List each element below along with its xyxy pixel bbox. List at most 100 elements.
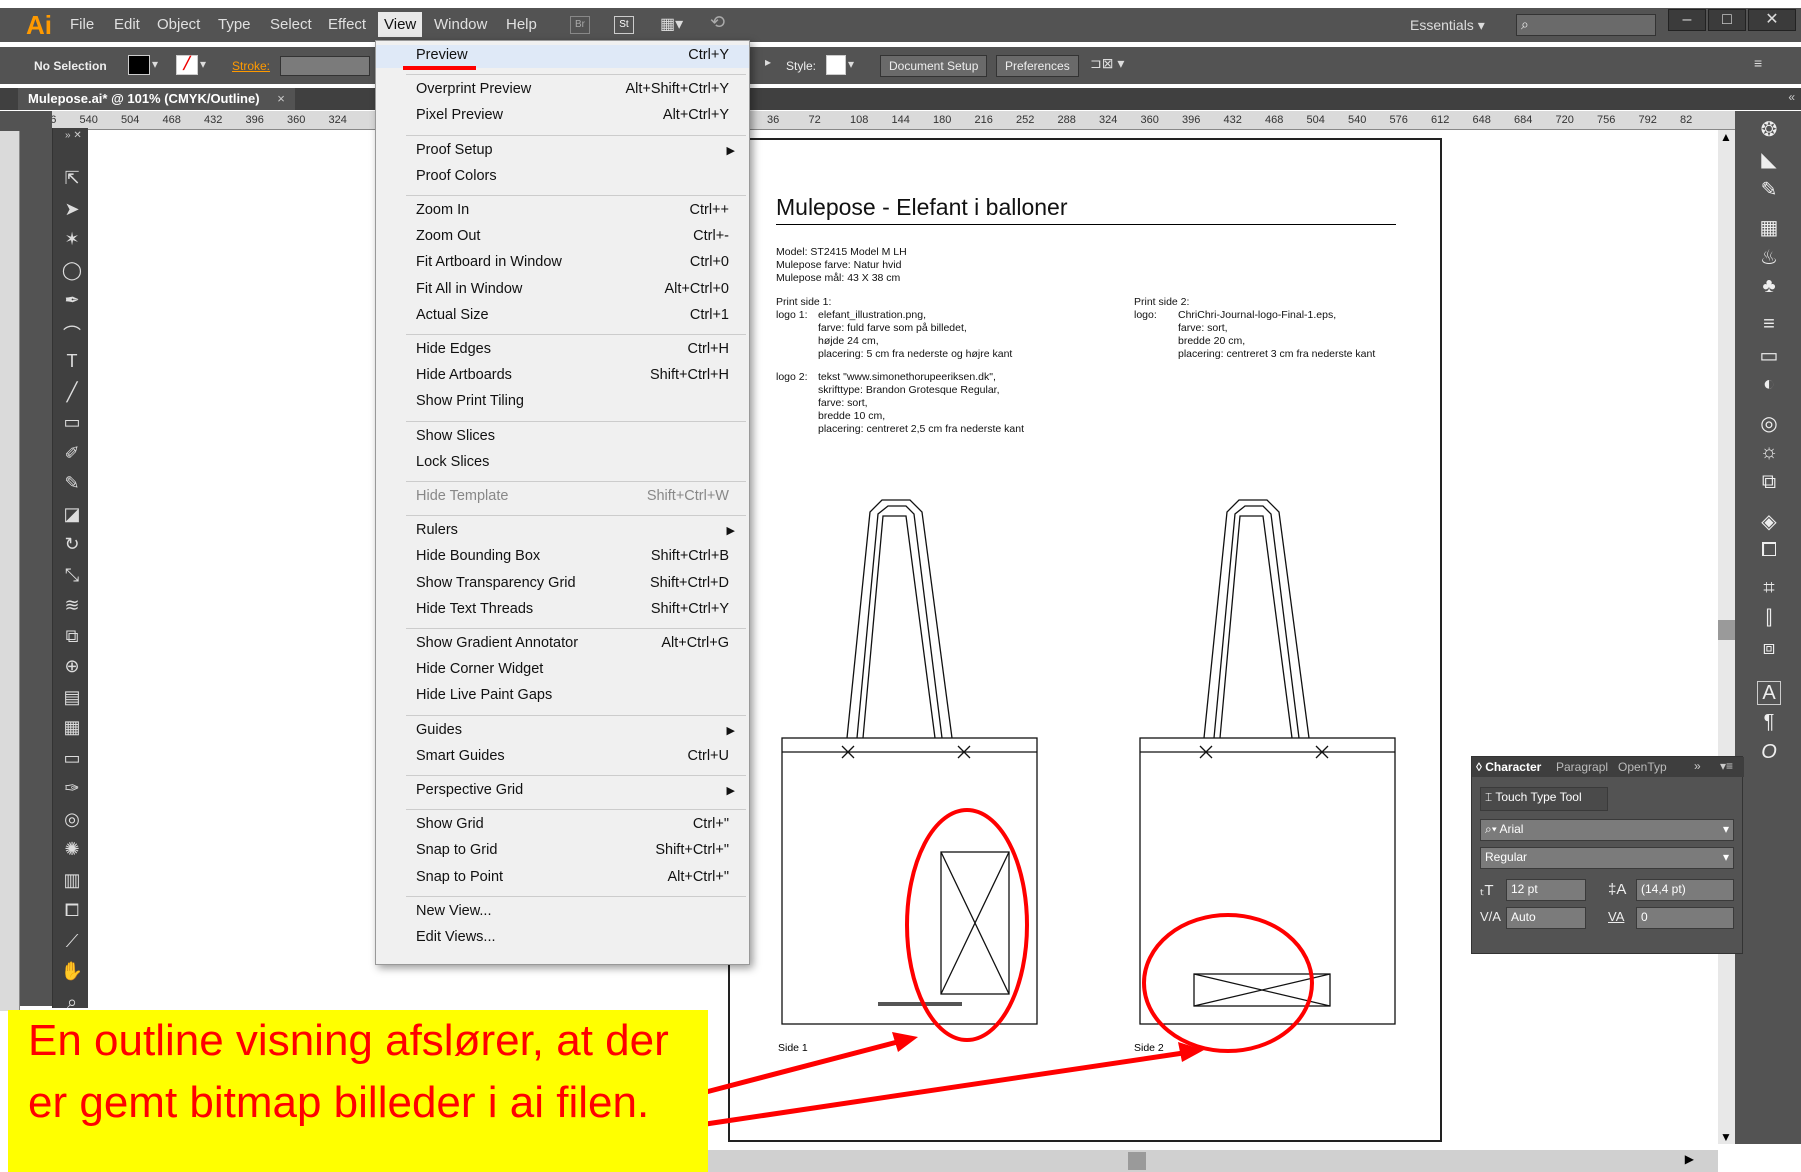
expand-arrow-icon[interactable]: ▸ — [765, 55, 771, 69]
view-menu-item-hide-artboards[interactable]: Hide Artboards Shift+Ctrl+H — [376, 365, 749, 388]
view-menu-item-proof-colors[interactable]: Proof Colors — [376, 166, 749, 189]
view-menu-item-fit-all-in-window[interactable]: Fit All in Window Alt+Ctrl+0 — [376, 279, 749, 302]
workspace-switcher[interactable]: Essentials ▾ — [1410, 17, 1485, 34]
view-menu-item-perspective-grid[interactable]: Perspective Grid ▶ — [376, 780, 749, 803]
view-menu-item-new-view[interactable]: New View... — [376, 901, 749, 924]
view-menu-item-proof-setup[interactable]: Proof Setup ▶ — [376, 140, 749, 163]
pen-tool-icon[interactable]: ✒ — [60, 290, 84, 312]
shaper-tool-icon[interactable]: ✎ — [60, 473, 84, 495]
vertical-scrollbar[interactable]: ▲ ▼ — [1718, 130, 1735, 1144]
minimize-button[interactable]: – — [1668, 9, 1706, 31]
appearance-icon[interactable]: ◐ — [1757, 373, 1781, 397]
symbols-icon[interactable]: ♣ — [1757, 275, 1781, 299]
view-menu-item-pixel-preview[interactable]: Pixel Preview Alt+Ctrl+Y — [376, 105, 749, 128]
slice-tool-icon[interactable]: ⟋ — [60, 931, 84, 953]
collapse-panels-icon[interactable]: « — [1788, 90, 1795, 104]
font-family-select[interactable]: ⌕▾ Arial ▾ — [1480, 819, 1734, 841]
artboard-tool-icon[interactable]: ⧠ — [60, 900, 84, 922]
view-menu-item-zoom-in[interactable]: Zoom In Ctrl++ — [376, 200, 749, 223]
links-icon[interactable]: ⧉ — [1757, 471, 1781, 495]
document-tab[interactable]: Mulepose.ai* @ 101% (CMYK/Outline) × — [18, 88, 295, 110]
bridge-button[interactable]: Br — [570, 16, 590, 34]
menu-edit[interactable]: Edit — [114, 16, 140, 33]
style-dropdown-icon[interactable]: ▾ — [848, 57, 854, 71]
menu-effect[interactable]: Effect — [328, 16, 366, 33]
color-guide-icon[interactable]: ❂ — [1757, 117, 1781, 141]
hand-tool-icon[interactable]: ✋ — [60, 961, 84, 983]
touch-type-tool-button[interactable]: ⌶ Touch Type Tool — [1480, 787, 1608, 811]
preferences-button[interactable]: Preferences — [996, 55, 1079, 77]
menu-view[interactable]: View — [378, 12, 423, 37]
gradient-icon[interactable]: ◣ — [1757, 147, 1781, 171]
close-tab-icon[interactable]: × — [277, 91, 285, 106]
horizontal-ruler[interactable]: 576 540 504 468 432 396 360 324 36 72 108 144 180 216… — [20, 111, 1735, 130]
scroll-right-icon[interactable]: ▶ — [1685, 1152, 1694, 1166]
horizontal-scrollbar[interactable]: ▶ — [700, 1150, 1718, 1172]
type-tool-icon[interactable]: T — [60, 351, 84, 373]
mesh-tool-icon[interactable]: ▦ — [60, 717, 84, 739]
transform-icon[interactable]: ⌗ — [1757, 577, 1781, 601]
view-menu-item-rulers[interactable]: Rulers ▶ — [376, 520, 749, 543]
blend-tool-icon[interactable]: ◎ — [60, 809, 84, 831]
scroll-down-icon[interactable]: ▼ — [1720, 1130, 1732, 1144]
shape-builder-icon[interactable]: ⊕ — [60, 656, 84, 678]
view-menu-item-snap-to-grid[interactable]: Snap to Grid Shift+Ctrl+" — [376, 840, 749, 863]
view-menu-item-show-gradient-annotator[interactable]: Show Gradient Annotator Alt+Ctrl+G — [376, 633, 749, 656]
kerning-input[interactable]: Auto — [1506, 907, 1586, 929]
color-picker-icon[interactable]: ✎ — [1757, 177, 1781, 201]
view-menu-item-show-slices[interactable]: Show Slices — [376, 426, 749, 449]
image-trace-icon[interactable]: ☼ — [1757, 441, 1781, 465]
opentype-icon[interactable]: O — [1757, 741, 1781, 765]
view-menu-item-show-print-tiling[interactable]: Show Print Tiling — [376, 391, 749, 414]
transparency-icon[interactable]: ▭ — [1757, 343, 1781, 367]
view-menu-item-fit-artboard-in-window[interactable]: Fit Artboard in Window Ctrl+0 — [376, 252, 749, 275]
free-transform-icon[interactable]: ⧉ — [60, 626, 84, 648]
graphic-styles-icon[interactable]: ◎ — [1757, 411, 1781, 435]
rectangle-tool-icon[interactable]: ▭ — [60, 412, 84, 434]
stock-button[interactable]: St — [614, 16, 634, 34]
paragraph-icon[interactable]: ¶ — [1757, 711, 1781, 735]
view-menu-item-hide-bounding-box[interactable]: Hide Bounding Box Shift+Ctrl+B — [376, 546, 749, 569]
layers-icon[interactable]: ◈ — [1757, 509, 1781, 533]
view-menu-item-edit-views[interactable]: Edit Views... — [376, 927, 749, 950]
artboards-icon[interactable]: ⧠ — [1757, 539, 1781, 563]
scroll-up-icon[interactable]: ▲ — [1720, 130, 1732, 144]
leading-input[interactable]: (14,4 pt) — [1636, 879, 1734, 901]
fill-swatch[interactable] — [128, 55, 150, 75]
view-menu-item-actual-size[interactable]: Actual Size Ctrl+1 — [376, 305, 749, 328]
menu-file[interactable]: File — [70, 16, 94, 33]
view-menu-item-show-transparency-grid[interactable]: Show Transparency Grid Shift+Ctrl+D — [376, 573, 749, 596]
scale-tool-icon[interactable]: ⤡ — [60, 565, 84, 587]
maximize-button[interactable]: □ — [1708, 9, 1746, 31]
artboard[interactable]: Mulepose - Elefant i balloner Model: ST2… — [728, 138, 1442, 1142]
view-menu-item-smart-guides[interactable]: Smart Guides Ctrl+U — [376, 746, 749, 769]
menu-select[interactable]: Select — [270, 16, 312, 33]
font-size-input[interactable]: 12 pt — [1506, 879, 1586, 901]
font-style-select[interactable]: Regular ▾ — [1480, 847, 1734, 869]
rotate-tool-icon[interactable]: ↻ — [60, 534, 84, 556]
panel-menu-icon[interactable]: ≡ — [1754, 55, 1762, 71]
vertical-scroll-thumb[interactable] — [1718, 620, 1735, 640]
stroke-swatch[interactable]: ╱ — [176, 55, 198, 75]
paintbrush-icon[interactable]: ✐ — [60, 443, 84, 465]
vertical-ruler[interactable] — [0, 131, 20, 1011]
menu-window[interactable]: Window — [434, 16, 487, 33]
sync-icon[interactable]: ⟲ — [710, 12, 725, 33]
eyedropper-icon[interactable]: ✑ — [60, 778, 84, 800]
brushes-icon[interactable]: ♨ — [1757, 245, 1781, 269]
tracking-input[interactable]: 0 — [1636, 907, 1734, 929]
swatches-icon[interactable]: ▦ — [1757, 215, 1781, 239]
search-input[interactable]: ⌕ — [1516, 14, 1656, 36]
lasso-icon[interactable]: ◯ — [60, 260, 84, 282]
view-menu-item-show-grid[interactable]: Show Grid Ctrl+" — [376, 814, 749, 837]
arrange-icon[interactable]: ⊐⊠ ▾ — [1090, 55, 1124, 72]
stroke-dropdown-icon[interactable]: ▾ — [200, 57, 206, 71]
view-menu-item-overprint-preview[interactable]: Overprint Preview Alt+Shift+Ctrl+Y — [376, 79, 749, 102]
fill-dropdown-icon[interactable]: ▾ — [152, 57, 158, 71]
menu-object[interactable]: Object — [157, 16, 200, 33]
view-menu-item-hide-corner-widget[interactable]: Hide Corner Widget — [376, 659, 749, 682]
view-menu-item-hide-text-threads[interactable]: Hide Text Threads Shift+Ctrl+Y — [376, 599, 749, 622]
tab-character[interactable]: ◊ Character — [1476, 760, 1541, 774]
close-window-button[interactable]: ✕ — [1748, 9, 1796, 31]
pathfinder-icon[interactable]: ⧈ — [1757, 637, 1781, 661]
